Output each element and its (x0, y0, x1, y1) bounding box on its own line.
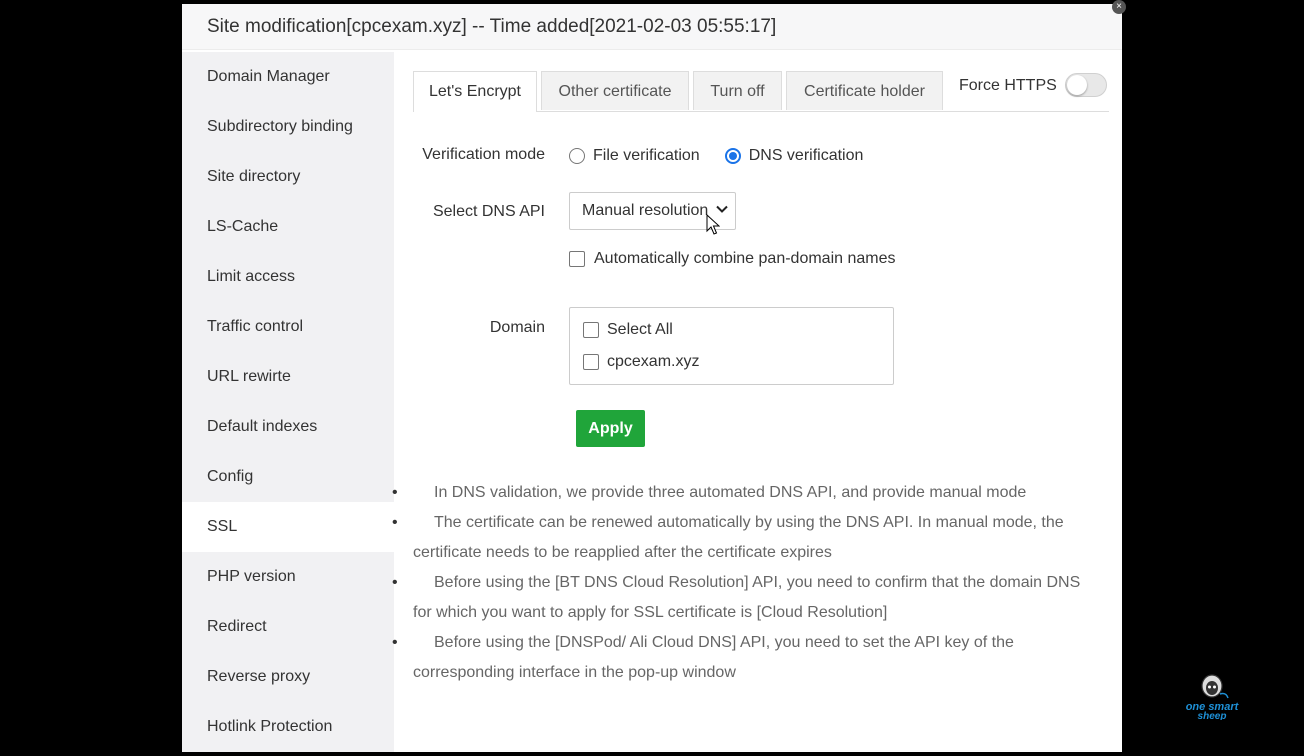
domain-checkbox[interactable] (583, 354, 599, 370)
sidebar-item-ls-cache[interactable]: LS-Cache (182, 202, 394, 252)
ssl-tips-list: In DNS validation, we provide three auto… (392, 478, 1103, 688)
tab-other-certificate[interactable]: Other certificate (541, 71, 689, 110)
dns-api-value: Manual resolution (582, 202, 709, 219)
sidebar-item-reverse-proxy[interactable]: Reverse proxy (182, 652, 394, 702)
force-https-toggle[interactable] (1065, 73, 1107, 97)
site-modification-dialog: Site modification[cpcexam.xyz] -- Time a… (182, 4, 1122, 752)
dialog-title: Site modification[cpcexam.xyz] -- Time a… (182, 4, 1122, 50)
sidebar: Domain Manager Subdirectory binding Site… (182, 52, 394, 752)
sidebar-item-redirect[interactable]: Redirect (182, 602, 394, 652)
combine-domains-row: Automatically combine pan-domain names (569, 250, 895, 268)
force-https-label: Force HTTPS (959, 77, 1057, 94)
verification-mode-group: File verification DNS verification (569, 147, 863, 165)
sidebar-item-limit-access[interactable]: Limit access (182, 252, 394, 302)
tab-turn-off[interactable]: Turn off (693, 71, 782, 110)
sidebar-item-php-version[interactable]: PHP version (182, 552, 394, 602)
dns-api-label: Select DNS API (432, 203, 545, 220)
close-icon[interactable]: × (1112, 0, 1126, 14)
tip-item: Before using the [BT DNS Cloud Resolutio… (392, 568, 1103, 628)
dns-verification-radio[interactable] (724, 148, 741, 164)
apply-button[interactable]: Apply (576, 410, 645, 447)
toggle-knob (1067, 75, 1087, 95)
verification-mode-label: Verification mode (422, 146, 545, 163)
sidebar-item-config[interactable]: Config (182, 452, 394, 502)
sidebar-item-traffic-control[interactable]: Traffic control (182, 302, 394, 352)
tab-lets-encrypt[interactable]: Let's Encrypt (413, 71, 537, 112)
mouse-cursor-icon (706, 214, 720, 235)
tip-item: In DNS validation, we provide three auto… (392, 478, 1103, 508)
ssl-tabs: Let's Encrypt Other certificate Turn off… (413, 71, 1109, 112)
domain-list: Select All cpcexam.xyz (569, 307, 894, 385)
select-all-label: Select All (607, 321, 673, 338)
file-verification-label: File verification (593, 147, 700, 164)
sidebar-item-ssl[interactable]: SSL (182, 502, 394, 552)
combine-domains-checkbox[interactable] (569, 251, 585, 267)
select-all-row: Select All (583, 321, 673, 339)
sidebar-item-subdirectory-binding[interactable]: Subdirectory binding (182, 102, 394, 152)
sidebar-item-domain-manager[interactable]: Domain Manager (182, 52, 394, 102)
select-all-checkbox[interactable] (583, 322, 599, 338)
sidebar-item-default-indexes[interactable]: Default indexes (182, 402, 394, 452)
tab-certificate-holder[interactable]: Certificate holder (786, 71, 943, 110)
one-smart-sheep-logo-icon: one smart sheep (1186, 674, 1240, 720)
file-verification-radio[interactable] (569, 148, 585, 164)
ssl-panel: Let's Encrypt Other certificate Turn off… (392, 52, 1109, 752)
tip-item: The certificate can be renewed automatic… (392, 508, 1103, 568)
dns-verification-label: DNS verification (748, 147, 864, 164)
sidebar-item-site-directory[interactable]: Site directory (182, 152, 394, 202)
sidebar-item-url-rewrite[interactable]: URL rewirte (182, 352, 394, 402)
domain-name: cpcexam.xyz (607, 353, 700, 370)
sidebar-item-hotlink-protection[interactable]: Hotlink Protection (182, 702, 394, 752)
combine-domains-label: Automatically combine pan-domain names (594, 250, 896, 267)
tip-item: Before using the [DNSPod/ Ali Cloud DNS]… (392, 628, 1103, 688)
svg-text:sheep: sheep (1198, 711, 1227, 720)
domain-row: cpcexam.xyz (583, 353, 699, 371)
domain-label: Domain (489, 319, 545, 336)
